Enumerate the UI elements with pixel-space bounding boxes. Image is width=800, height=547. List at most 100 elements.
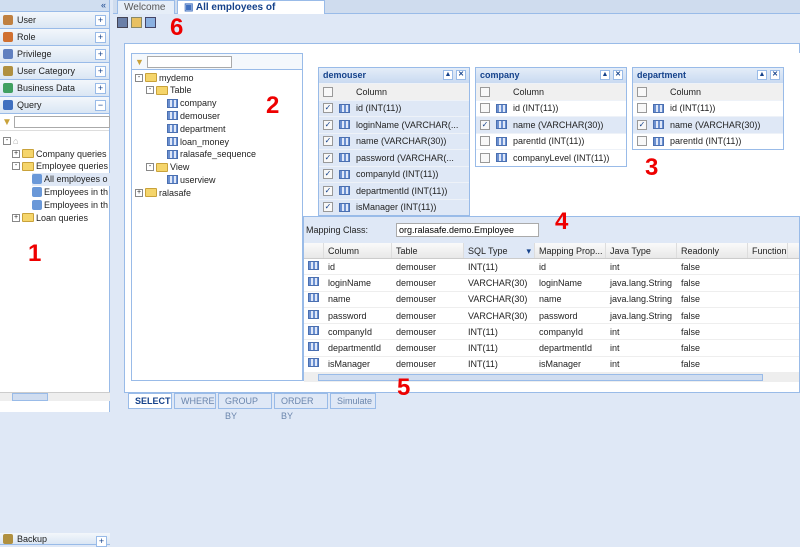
grid-row[interactable]: isManager demouser INT(11) isManager int fals… (304, 357, 799, 373)
tab-order-by[interactable]: ORDER BY (274, 393, 328, 421)
column-row[interactable]: ✓ departmentId (INT(11)) (319, 182, 469, 199)
tab-welcome[interactable]: Welcome (117, 0, 175, 14)
expand-icon[interactable]: + (12, 213, 20, 222)
edit-icon[interactable] (131, 17, 142, 28)
tab-group-by[interactable]: GROUP BY (218, 393, 272, 421)
grid-row[interactable]: name demouser VARCHAR(30) name java.lang.Str… (304, 292, 799, 308)
column-row[interactable]: id (INT(11)) (476, 99, 626, 117)
collapse-icon[interactable]: − (95, 100, 106, 111)
expand-icon[interactable]: + (95, 49, 106, 60)
column-checkbox[interactable] (637, 136, 647, 147)
tree-root[interactable]: - ⌂ (3, 134, 18, 147)
collapse-icon[interactable]: - (146, 86, 154, 95)
column-row[interactable]: ✓ password (VARCHAR(... (319, 149, 469, 166)
column-checkbox[interactable] (637, 103, 647, 114)
expand-icon[interactable]: + (135, 188, 143, 197)
grid-row[interactable]: departmentId demouser INT(11) departmentId i… (304, 340, 799, 357)
grid-header-2[interactable]: SQL Type ▾ (464, 243, 535, 258)
select-all-checkbox[interactable] (323, 86, 333, 97)
column-checkbox[interactable]: ✓ (323, 169, 333, 180)
column-row[interactable]: ✓ name (VARCHAR(30)) (476, 116, 626, 133)
query-tree-item[interactable]: Employees in th (32, 185, 108, 198)
grid-hscrollbar[interactable] (304, 373, 799, 382)
column-row[interactable]: parentId (INT(11)) (476, 132, 626, 150)
db-tree-item[interactable]: userview (167, 173, 216, 186)
sql-icon[interactable] (145, 17, 156, 28)
mapping-class-input[interactable] (396, 223, 539, 237)
collapse-icon[interactable]: - (135, 73, 143, 82)
db-tree-item[interactable]: + ralasafe (135, 186, 191, 199)
column-checkbox[interactable] (480, 103, 490, 114)
column-checkbox[interactable]: ✓ (323, 136, 333, 147)
grid-header-4[interactable]: Java Type (606, 243, 677, 258)
collapse-icon[interactable]: ▲ (443, 70, 453, 80)
grid-header-6[interactable]: Function (748, 243, 788, 258)
expand-icon[interactable]: + (12, 149, 20, 158)
column-checkbox[interactable]: ✓ (323, 103, 333, 114)
grid-header-5[interactable]: Readonly (677, 243, 748, 258)
sort-dropdown-icon[interactable]: ▾ (526, 243, 531, 258)
column-row[interactable]: ✓ id (INT(11)) (319, 99, 469, 116)
column-row[interactable]: ✓ loginName (VARCHAR(... (319, 116, 469, 133)
column-row[interactable]: parentId (INT(11)) (633, 132, 783, 150)
column-row[interactable]: ✓ companyId (INT(11)) (319, 165, 469, 182)
expand-icon[interactable]: + (95, 66, 106, 77)
accordion-user[interactable]: User + (0, 12, 109, 29)
accordion-role[interactable]: Role + (0, 29, 109, 46)
collapse-icon[interactable]: ▲ (600, 70, 610, 80)
column-row[interactable]: ✓ name (VARCHAR(30)) (319, 132, 469, 149)
table-window-demouser[interactable]: demouser ▲ ✕ Column ✓ id (INT(11)) ✓ loginName … (318, 67, 470, 216)
accordion-business-data[interactable]: Business Data + (0, 80, 109, 97)
grid-header-1[interactable]: Table (392, 243, 464, 258)
select-all-checkbox[interactable] (480, 86, 490, 97)
collapse-sidebar-button[interactable]: « (0, 0, 109, 12)
grid-header-0[interactable]: Column (324, 243, 392, 258)
tab-all-employees[interactable]: ▣ All employees of corporation × (177, 0, 325, 26)
accordion-user-category[interactable]: User Category + (0, 63, 109, 80)
save-icon[interactable] (117, 17, 128, 28)
sidebar-hscrollbar[interactable] (0, 392, 110, 401)
column-checkbox[interactable]: ✓ (323, 119, 333, 130)
select-all-checkbox[interactable] (637, 86, 647, 97)
db-tree-item[interactable]: - View (146, 161, 189, 174)
db-tree-item[interactable]: ralasafe_sequence (167, 148, 256, 161)
table-window-department[interactable]: department ▲ ✕ Column id (INT(11)) ✓ name (VAR… (632, 67, 784, 150)
query-tree-item[interactable]: + Company queries (12, 147, 107, 160)
column-checkbox[interactable] (480, 152, 490, 163)
column-checkbox[interactable] (480, 136, 490, 147)
grid-row[interactable]: loginName demouser VARCHAR(30) loginName jav… (304, 275, 799, 292)
tab-where[interactable]: WHERE (174, 393, 216, 409)
db-tree-item[interactable]: loan_money (167, 135, 229, 148)
grid-row[interactable]: id demouser INT(11) id int false (304, 259, 799, 276)
grid-row[interactable]: password demouser VARCHAR(30) password java.… (304, 308, 799, 325)
expand-icon[interactable]: + (95, 32, 106, 43)
window-header[interactable]: company ▲ ✕ (476, 68, 626, 83)
grid-row[interactable]: companyId demouser INT(11) companyId int fals… (304, 324, 799, 341)
query-filter-input[interactable] (13, 116, 110, 128)
window-header[interactable]: demouser ▲ ✕ (319, 68, 469, 83)
column-row[interactable]: companyLevel (INT(11)) (476, 149, 626, 166)
expand-icon[interactable]: + (96, 536, 107, 547)
query-tree-item[interactable]: All employees o (32, 172, 110, 186)
filter-icon[interactable]: ▼ (2, 117, 12, 128)
db-tree-item[interactable]: company (167, 97, 217, 110)
accordion-query[interactable]: Query − (0, 97, 109, 114)
column-checkbox[interactable]: ✓ (323, 202, 333, 213)
window-header[interactable]: department ▲ ✕ (633, 68, 783, 83)
collapse-icon[interactable]: - (3, 136, 11, 145)
grid-header-3[interactable]: Mapping Prop... (535, 243, 606, 258)
query-tree-item[interactable]: + Loan queries (12, 211, 88, 224)
close-icon[interactable]: ✕ (613, 70, 623, 80)
expand-icon[interactable]: + (95, 83, 106, 94)
collapse-icon[interactable]: - (146, 163, 154, 172)
db-tree-item[interactable]: department (167, 122, 226, 135)
close-icon[interactable]: ✕ (456, 70, 466, 80)
collapse-icon[interactable]: - (12, 162, 20, 171)
splitter[interactable] (110, 0, 113, 412)
column-checkbox[interactable]: ✓ (323, 152, 333, 163)
query-tree-item[interactable]: - Employee queries (12, 160, 108, 173)
column-checkbox[interactable]: ✓ (637, 119, 647, 130)
query-tree-item[interactable]: Employees in th (32, 198, 108, 211)
collapse-icon[interactable]: ▲ (757, 70, 767, 80)
close-icon[interactable]: ✕ (770, 70, 780, 80)
